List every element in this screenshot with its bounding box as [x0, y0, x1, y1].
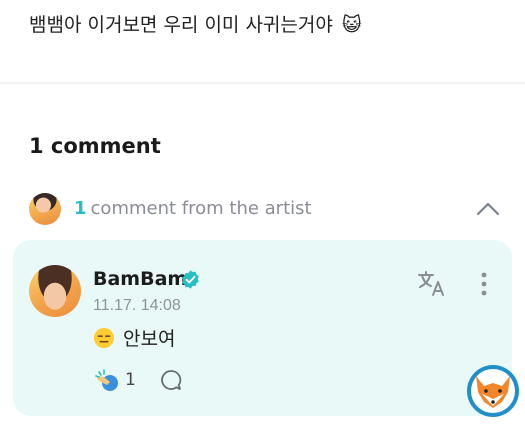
comment-body: 안보여: [123, 328, 176, 350]
comment-timestamp: 11.17. 14:08: [93, 297, 181, 314]
reaction-icon[interactable]: [93, 366, 121, 394]
fox-logo-icon: [467, 365, 519, 417]
expressionless-face-emoji-icon: [93, 327, 115, 349]
artist-mini-avatar: [29, 193, 61, 225]
artist-comments-toggle[interactable]: 1 comment from the artist: [29, 193, 501, 225]
comment-text: 안보여: [93, 325, 175, 353]
cat-emoji-icon: 😺: [341, 14, 362, 36]
divider: [0, 82, 525, 84]
artist-comment-card: BamBam 11.17. 14:08 안보여 1: [13, 240, 512, 416]
chevron-up-icon[interactable]: [475, 197, 501, 221]
translate-icon[interactable]: [417, 270, 449, 298]
verified-badge-icon: [182, 270, 199, 289]
comment-count-heading: 1 comment: [29, 134, 161, 158]
post-text-body: 뱀뱀아 이거보면 우리 이미 사귀는거야: [29, 14, 333, 36]
artist-comment-label: comment from the artist: [90, 198, 312, 219]
more-vertical-icon[interactable]: [474, 270, 494, 298]
reply-bubble-icon[interactable]: [159, 368, 183, 392]
artist-comment-count: 1: [74, 198, 87, 219]
reaction-count: 1: [125, 370, 136, 390]
artist-comments-summary: 1 comment from the artist: [74, 195, 312, 223]
post-text: 뱀뱀아 이거보면 우리 이미 사귀는거야 😺: [29, 8, 362, 42]
avatar[interactable]: [29, 265, 81, 317]
author-name[interactable]: BamBam: [93, 266, 187, 292]
